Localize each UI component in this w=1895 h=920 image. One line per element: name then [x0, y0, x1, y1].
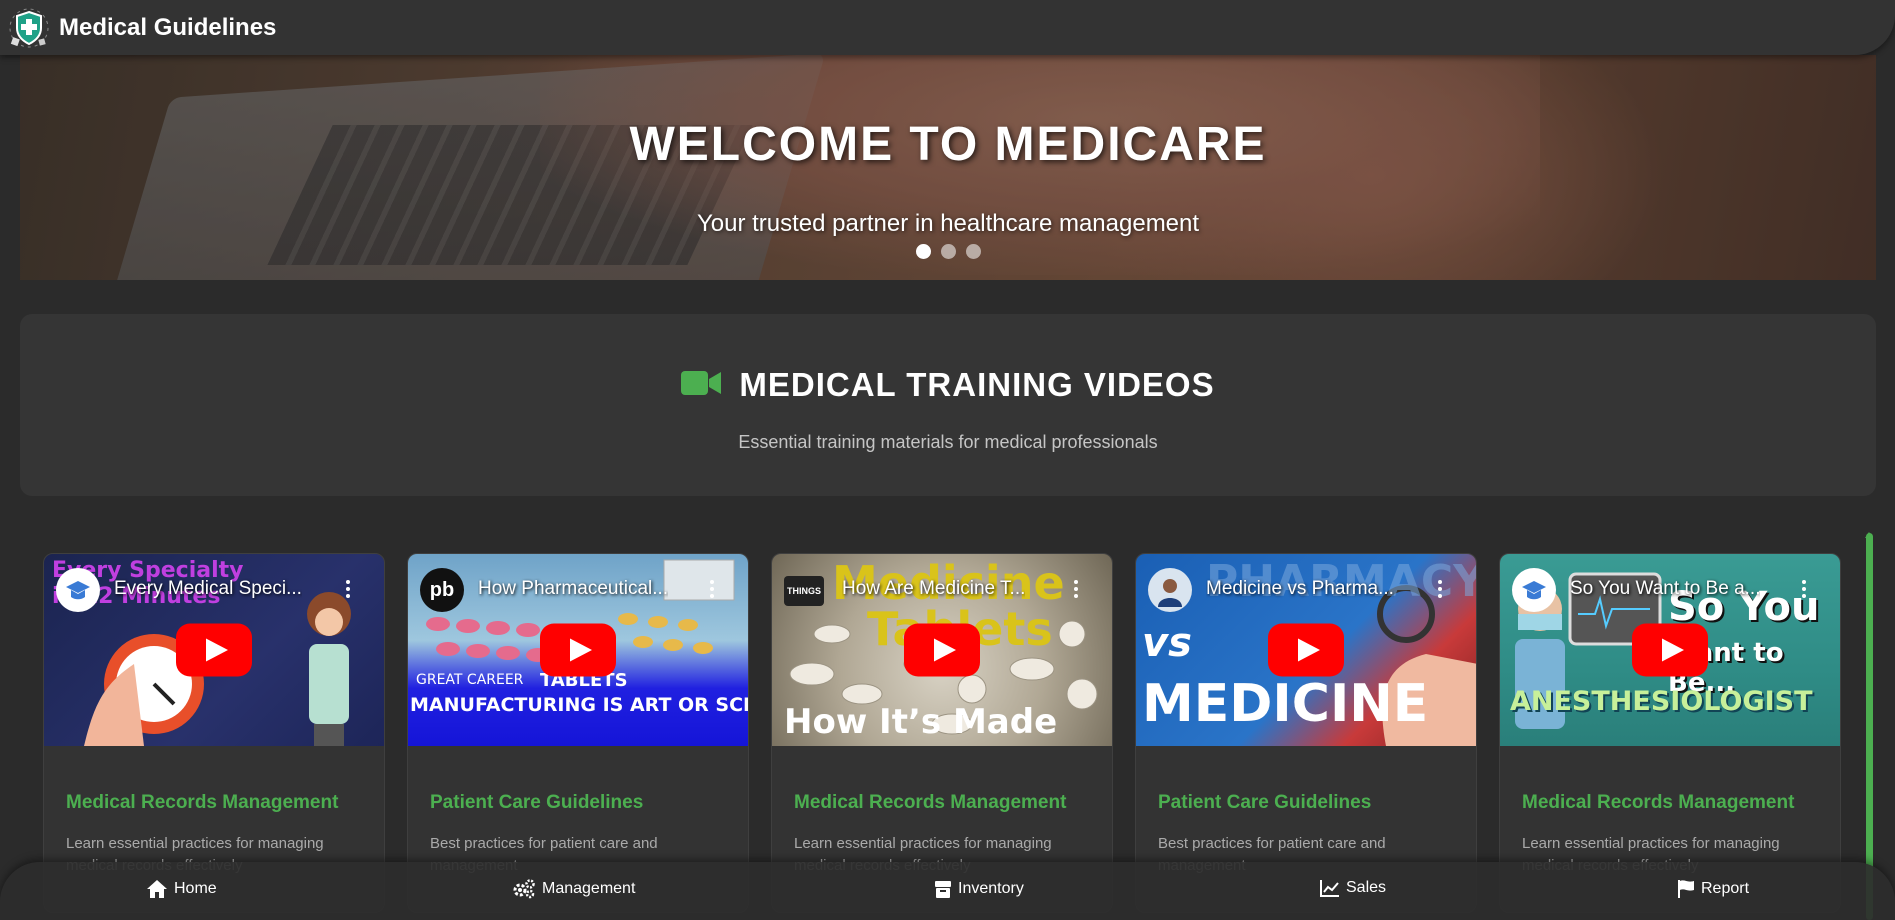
- nav-home[interactable]: Home: [146, 879, 217, 899]
- video-title[interactable]: How Are Medicine T...: [842, 578, 1025, 600]
- shield-cross-icon[interactable]: [3, 2, 55, 54]
- channel-avatar[interactable]: pb: [420, 568, 464, 612]
- carousel-dot-2[interactable]: [940, 244, 956, 259]
- more-options-icon[interactable]: [710, 579, 714, 599]
- video-title[interactable]: So You Want to Be a...: [1570, 578, 1760, 600]
- box-icon: [935, 881, 951, 898]
- nav-inventory[interactable]: Inventory: [934, 879, 1024, 899]
- channel-avatar[interactable]: [1148, 568, 1192, 612]
- home-icon: [147, 880, 167, 898]
- nav-report[interactable]: Report: [1677, 879, 1749, 899]
- video-player[interactable]: PHARMACY vs MEDICINE Medicine vs Pharma.…: [1136, 554, 1476, 746]
- bottom-navigation: Home Management Inventory Sales Report: [0, 862, 1895, 920]
- nav-label: Management: [542, 880, 636, 897]
- thumbnail-caption: MEDICINE: [1142, 674, 1429, 734]
- more-options-icon[interactable]: [1074, 579, 1078, 599]
- video-card[interactable]: Every Specialty in 12 Minutes Every Medi…: [43, 553, 385, 913]
- video-title[interactable]: Every Medical Speci...: [114, 578, 302, 600]
- video-player[interactable]: So You Want to Be... ANESTHESIOLOGIST So…: [1500, 554, 1840, 746]
- hero-title: WELCOME TO MEDICARE: [629, 118, 1267, 171]
- channel-avatar[interactable]: [1512, 568, 1556, 612]
- video-card[interactable]: GREAT CAREER TABLETS MANUFACTURING IS AR…: [407, 553, 749, 913]
- training-videos-section: MEDICAL TRAINING VIDEOS Essential traini…: [20, 314, 1876, 496]
- carousel-dot-1[interactable]: [915, 244, 931, 259]
- flag-icon: [1678, 880, 1694, 898]
- carousel-dot-3[interactable]: [965, 244, 981, 259]
- nav-label: Home: [174, 880, 217, 897]
- hero-carousel: WELCOME TO MEDICARE Your trusted partner…: [20, 55, 1876, 280]
- thumbnail-caption: How It’s Made: [784, 702, 1058, 742]
- video-player[interactable]: GREAT CAREER TABLETS MANUFACTURING IS AR…: [408, 554, 748, 746]
- card-title: Patient Care Guidelines: [1158, 792, 1372, 813]
- hero-subtitle: Your trusted partner in healthcare manag…: [696, 210, 1200, 237]
- video-card[interactable]: PHARMACY vs MEDICINE Medicine vs Pharma.…: [1135, 553, 1477, 913]
- youtube-play-icon[interactable]: [1632, 623, 1708, 677]
- gears-icon: [513, 879, 535, 899]
- video-player[interactable]: Every Specialty in 12 Minutes Every Medi…: [44, 554, 384, 746]
- nav-label: Inventory: [958, 880, 1024, 897]
- app-title[interactable]: Medical Guidelines: [59, 14, 276, 42]
- vertical-scrollbar[interactable]: [1866, 533, 1873, 920]
- card-title: Patient Care Guidelines: [430, 792, 644, 813]
- video-title[interactable]: Medicine vs Pharma...: [1206, 578, 1394, 600]
- video-player[interactable]: Medicine Tablets How It’s Made THINGS Ho…: [772, 554, 1112, 746]
- top-bar: Medical Guidelines: [0, 0, 1895, 55]
- video-camera-icon: [681, 369, 722, 402]
- card-title: Medical Records Management: [794, 792, 1067, 813]
- card-title: Medical Records Management: [66, 792, 339, 813]
- thumbnail-caption: MANUFACTURING IS ART OR SCIENCE?: [410, 694, 748, 716]
- line-chart-icon: [1320, 880, 1339, 897]
- card-title: Medical Records Management: [1522, 792, 1795, 813]
- thumbnail-caption: vs: [1142, 620, 1192, 666]
- channel-avatar[interactable]: THINGS: [784, 576, 824, 606]
- nav-sales[interactable]: Sales: [1320, 879, 1386, 897]
- video-card[interactable]: Medicine Tablets How It’s Made THINGS Ho…: [771, 553, 1113, 913]
- nav-label: Report: [1701, 880, 1750, 897]
- more-options-icon[interactable]: [1802, 579, 1806, 599]
- section-subtitle: Essential training materials for medical…: [738, 432, 1158, 452]
- more-options-icon[interactable]: [346, 579, 350, 599]
- youtube-play-icon[interactable]: [176, 623, 252, 677]
- video-card[interactable]: So You Want to Be... ANESTHESIOLOGIST So…: [1499, 553, 1841, 913]
- carousel-indicators: [20, 244, 1876, 259]
- nav-management[interactable]: Management: [512, 879, 635, 899]
- channel-avatar[interactable]: [56, 568, 100, 612]
- youtube-play-icon[interactable]: [904, 623, 980, 677]
- video-title[interactable]: How Pharmaceutical...: [478, 578, 668, 600]
- youtube-play-icon[interactable]: [1268, 623, 1344, 677]
- section-title: MEDICAL TRAINING VIDEOS: [739, 366, 1215, 403]
- thumbnail-caption: ANESTHESIOLOGIST: [1510, 686, 1813, 717]
- youtube-play-icon[interactable]: [540, 623, 616, 677]
- thumbnail-caption: GREAT CAREER: [416, 672, 524, 688]
- nav-label: Sales: [1346, 879, 1387, 896]
- more-options-icon[interactable]: [1438, 579, 1442, 599]
